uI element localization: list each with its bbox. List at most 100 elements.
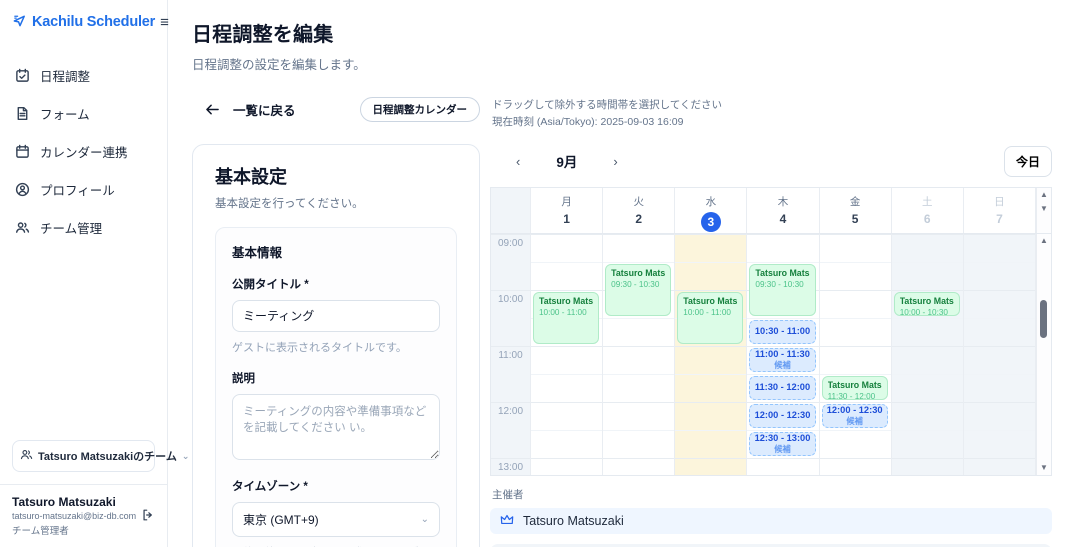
basic-settings-subtitle: 基本設定を行ってください。 [215,195,457,211]
sidebar-item-label: カレンダー連携 [40,142,128,161]
sidebar-item-label: フォーム [40,104,90,123]
timezone-value: 東京 (GMT+9) [243,511,319,528]
description-textarea[interactable] [232,394,440,460]
next-month-icon[interactable]: › [607,152,623,171]
sidebar-item-label: 日程調整 [40,66,90,85]
timezone-label: タイムゾーン * [232,478,440,494]
team-icon [14,220,30,236]
day-header-6[interactable]: 日7 [964,188,1036,233]
meeting-list-item[interactable]: ミーティング 30分 [490,544,1052,547]
user-name: Tatsuro Matsuzaki [12,495,137,509]
back-button-label: 一覧に戻る [233,100,296,119]
scroll-down-icon[interactable]: ▼ [1040,461,1048,475]
public-title-help: ゲストに表示されるタイトルです。 [232,339,440,355]
team-selector[interactable]: Tatsuro Matsuzakiのチーム ⌄ [12,440,155,472]
app-name: Kachilu Scheduler [32,14,155,30]
sidebar-item-0[interactable]: 日程調整 [12,61,155,90]
candidate-slot[interactable]: 12:00 - 12:30候補 [822,404,888,428]
busy-event[interactable]: Tatsuro Matsuza...09:30 - 10:30 [749,264,815,316]
scroll-up-icon[interactable]: ▲ [1040,234,1048,248]
time-label: 13:00 [491,462,530,473]
logo-icon [12,13,27,31]
candidate-slot[interactable]: 11:30 - 12:00 [749,376,815,400]
time-label: 11:00 [491,350,530,361]
crown-icon [500,513,514,529]
calendar-grid: 月1火2水3木4金5土6日7 ▲ ▼ 09:0010:0011:0012:001… [490,187,1052,476]
busy-event[interactable]: Tatsuro Matsuza...10:00 - 11:00 [677,292,743,344]
day-column-3[interactable]: Tatsuro Matsuza...09:30 - 10:30 10:30 - 1… [747,234,819,475]
day-header-1[interactable]: 火2 [603,188,675,233]
time-label: 12:00 [491,406,530,417]
scrollbar-thumb[interactable] [1040,300,1047,338]
sidebar-item-label: プロフィール [40,180,115,199]
busy-event[interactable]: Tatsuro Matsuza...11:30 - 12:00 [822,376,888,400]
day-header-4[interactable]: 金5 [820,188,892,233]
today-button[interactable]: 今日 [1004,146,1052,177]
calendar-nav: ‹ 9月 › 今日 [490,144,1060,187]
calendar-check-icon [14,68,30,84]
day-column-4[interactable]: Tatsuro Matsuza...11:30 - 12:00 12:00 - 1… [820,234,892,475]
profile-icon [14,182,30,198]
organizer-label: 主催者 [492,487,1060,502]
day-column-0[interactable]: Tatsuro Matsuza...10:00 - 11:00 [531,234,603,475]
sidebar-item-4[interactable]: チーム管理 [12,213,155,242]
prev-month-icon[interactable]: ‹ [510,152,526,171]
calendar-icon [14,144,30,160]
sidebar-nav: 日程調整フォームカレンダー連携プロフィールチーム管理 [12,61,155,242]
month-label: 9月 [556,151,577,171]
candidate-slot[interactable]: 12:30 - 13:00候補 [749,432,815,456]
sidebar-item-1[interactable]: フォーム [12,99,155,128]
busy-event[interactable]: Tatsuro Matsuza...09:30 - 10:30 [605,264,671,316]
day-header-2[interactable]: 水3 [675,188,747,233]
basic-info-title: 基本情報 [232,242,440,261]
time-gutter: 09:0010:0011:0012:0013:00 [491,234,531,475]
logout-icon[interactable] [141,508,155,525]
toolbar: 一覧に戻る 日程調整カレンダー ドラッグして除外する時間帯を選択してください 現… [192,97,1060,131]
busy-event[interactable]: Tatsuro Matsuza...10:00 - 10:30 [894,292,960,316]
day-header-5[interactable]: 土6 [892,188,964,233]
day-header-0[interactable]: 月1 [531,188,603,233]
sidebar-item-2[interactable]: カレンダー連携 [12,137,155,166]
page-title: 日程調整を編集 [192,18,1060,47]
time-label: 09:00 [491,238,530,249]
scroll-down-icon[interactable]: ▼ [1040,202,1048,216]
scroll-up-icon[interactable]: ▲ [1040,188,1048,202]
basic-info-card: 基本情報 公開タイトル * ゲストに表示されるタイトルです。 説明 タイムゾーン… [215,227,457,547]
candidate-slot[interactable]: 10:30 - 11:00 [749,320,815,344]
timezone-help: 予約可能時間を表示する際のタイムゾーンです。 [232,544,440,547]
team-selector-label: Tatsuro Matsuzakiのチーム [38,448,177,464]
basic-settings-panel: 基本設定 基本設定を行ってください。 基本情報 公開タイトル * ゲストに表示さ… [192,144,480,547]
day-column-5[interactable]: Tatsuro Matsuza...10:00 - 10:30 [892,234,964,475]
day-column-2[interactable]: Tatsuro Matsuza...10:00 - 11:00 [675,234,747,475]
calendar-type-badge: 日程調整カレンダー [360,97,481,122]
day-header-3[interactable]: 木4 [747,188,819,233]
hint-line2: 現在時刻 (Asia/Tokyo): 2025-09-03 16:09 [492,114,722,131]
sidebar-item-label: チーム管理 [40,218,102,237]
candidate-slot[interactable]: 11:00 - 11:30候補 [749,348,815,372]
sidebar: Kachilu Scheduler ≡ 日程調整フォームカレンダー連携プロフィー… [0,0,168,547]
organizer-name: Tatsuro Matsuzaki [523,514,624,528]
team-icon [20,448,33,464]
gutter-header [491,188,531,233]
chevron-down-icon: ⌄ [421,514,429,525]
day-column-6[interactable] [964,234,1036,475]
form-doc-icon [14,106,30,122]
hint-line1: ドラッグして除外する時間帯を選択してください [492,97,722,114]
calendar-hints: ドラッグして除外する時間帯を選択してください 現在時刻 (Asia/Tokyo)… [492,97,722,131]
public-title-input[interactable] [232,300,440,332]
page-subtitle: 日程調整の設定を編集します。 [192,54,1060,73]
sidebar-item-3[interactable]: プロフィール [12,175,155,204]
app-logo: Kachilu Scheduler ≡ [12,13,155,31]
body-scroll-rail: ▲ ▼ [1036,234,1051,475]
public-title-label: 公開タイトル * [232,276,440,292]
timezone-select[interactable]: 東京 (GMT+9) ⌄ [232,502,440,537]
back-button[interactable]: 一覧に戻る [205,100,296,119]
day-column-1[interactable]: Tatsuro Matsuza...09:30 - 10:30 [603,234,675,475]
day-header-row: 月1火2水3木4金5土6日7 ▲ ▼ [491,188,1051,234]
user-role: チーム管理者 [12,523,137,537]
basic-settings-title: 基本設定 [215,163,457,189]
main-content: 日程調整を編集 日程調整の設定を編集します。 一覧に戻る 日程調整カレンダー ド… [168,0,1080,547]
candidate-slot[interactable]: 12:00 - 12:30 [749,404,815,428]
calendar-panel: ‹ 9月 › 今日 月1火2水3木4金5土6日7 ▲ ▼ 09:0010:001… [490,144,1060,547]
busy-event[interactable]: Tatsuro Matsuza...10:00 - 11:00 [533,292,599,344]
